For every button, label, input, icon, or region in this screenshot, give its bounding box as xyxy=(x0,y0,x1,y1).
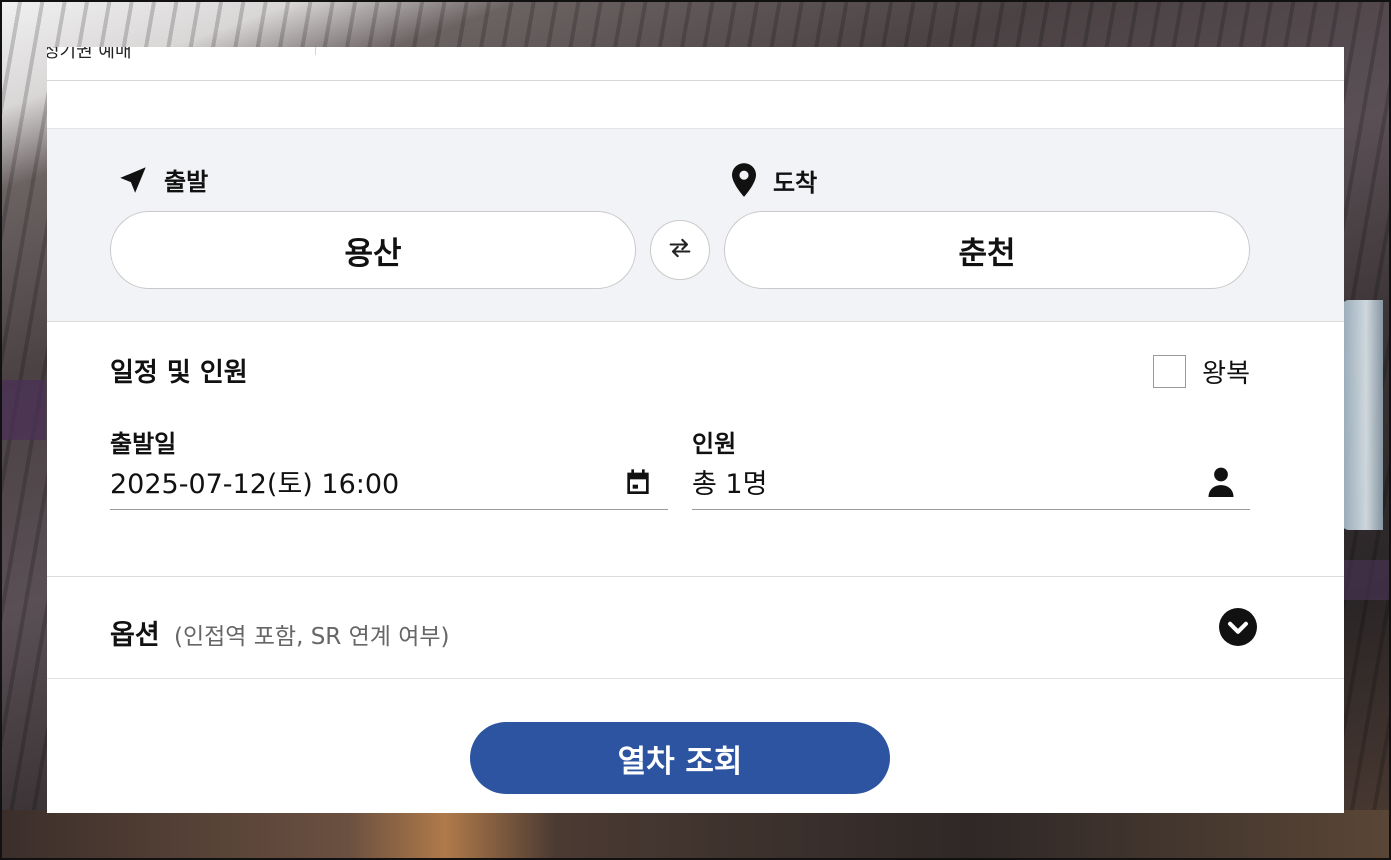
departure-label-group: 출발 xyxy=(116,162,208,197)
arrival-label: 도착 xyxy=(773,168,818,197)
swap-stations-button[interactable] xyxy=(650,220,710,280)
route-section: 출발 도착 용산 춘천 xyxy=(47,129,1344,322)
booking-card: 정기권 예매 출발 도착 용산 춘천 일정 및 인원 왕복 출발일 인원 202… xyxy=(47,47,1344,813)
map-pin-icon xyxy=(729,162,759,198)
background-detail xyxy=(0,380,46,440)
calendar-icon[interactable] xyxy=(622,466,654,498)
departure-date-value: 2025-07-12(토) 16:00 xyxy=(110,469,400,500)
roundtrip-label: 왕복 xyxy=(1202,359,1250,389)
card-spacer xyxy=(47,81,1344,129)
chevron-down-circle-icon[interactable] xyxy=(1219,608,1257,650)
top-tab-label[interactable]: 정기권 예매 xyxy=(47,47,132,63)
departure-date-field[interactable]: 2025-07-12(토) 16:00 xyxy=(110,454,668,510)
options-accordion[interactable]: 옵션 (인접역 포함, SR 연계 여부) xyxy=(47,577,1344,679)
passenger-value: 총 1명 xyxy=(692,469,768,500)
tab-divider xyxy=(315,47,316,55)
checkbox-box[interactable] xyxy=(1153,355,1187,388)
arrival-label-group: 도착 xyxy=(729,162,817,198)
search-trains-button[interactable]: 열차 조회 xyxy=(470,722,890,794)
passenger-field[interactable]: 총 1명 xyxy=(692,454,1250,510)
background-train-window xyxy=(1341,300,1383,530)
background-detail xyxy=(1344,560,1391,600)
arrival-station-button[interactable]: 춘천 xyxy=(724,211,1250,289)
top-tab-strip: 정기권 예매 xyxy=(47,47,1344,81)
options-subtitle: (인접역 포함, SR 연계 여부) xyxy=(174,624,450,650)
background-platform xyxy=(0,810,1391,860)
departure-label: 출발 xyxy=(164,168,209,196)
schedule-section: 일정 및 인원 왕복 출발일 인원 2025-07-12(토) 16:00 총 … xyxy=(47,322,1344,577)
person-icon[interactable] xyxy=(1206,465,1236,499)
navigation-arrow-icon xyxy=(116,163,150,197)
options-title: 옵션 xyxy=(110,620,160,651)
roundtrip-checkbox[interactable]: 왕복 xyxy=(1153,353,1250,390)
swap-arrows-icon xyxy=(666,234,694,266)
departure-station-button[interactable]: 용산 xyxy=(110,211,636,289)
schedule-title: 일정 및 인원 xyxy=(110,358,248,388)
